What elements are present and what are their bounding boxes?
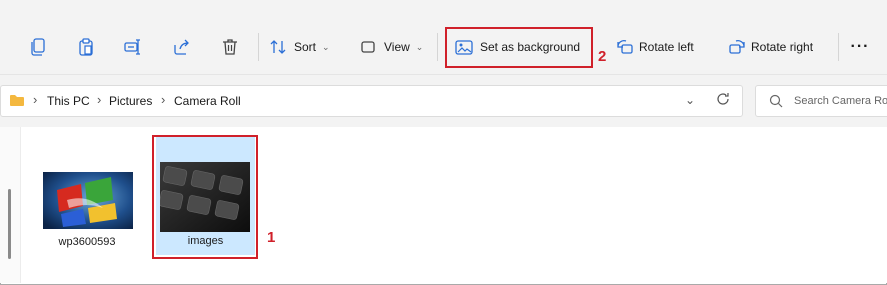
paste-icon: [76, 37, 96, 57]
callout-box-toolbar: [445, 27, 593, 68]
share-icon: [172, 37, 192, 57]
search-icon: [769, 94, 783, 111]
paste-button[interactable]: [74, 32, 98, 62]
rename-button[interactable]: [121, 32, 145, 62]
rotate-right-label: Rotate right: [751, 40, 814, 54]
chevron-down-icon: ⌄: [322, 41, 330, 52]
rotate-right-icon: [727, 37, 747, 57]
history-dropdown-icon[interactable]: ⌄: [685, 93, 695, 107]
chevron-down-icon: ⌄: [415, 41, 424, 52]
share-button[interactable]: [170, 32, 194, 62]
sort-button[interactable]: Sort ⌄: [268, 32, 334, 62]
copy-icon: [28, 37, 48, 57]
view-icon: [358, 37, 378, 57]
view-label: View: [384, 40, 410, 54]
navigation-pane-edge: [0, 127, 21, 283]
scrollbar[interactable]: [8, 189, 11, 259]
delete-button[interactable]: [218, 32, 242, 62]
rotate-left-button[interactable]: Rotate left: [615, 32, 701, 62]
refresh-icon[interactable]: [716, 92, 730, 109]
file-name: wp3600593: [58, 236, 116, 248]
command-bar: Sort ⌄ View ⌄ Set as background 2 Rotate…: [0, 0, 887, 74]
breadcrumb-pictures[interactable]: Pictures: [109, 94, 152, 108]
chevron-right-icon: ›: [33, 92, 38, 107]
callout-number-file: 1: [267, 229, 276, 246]
breadcrumb-camera-roll[interactable]: Camera Roll: [174, 94, 241, 108]
callout-box-file: [152, 135, 258, 259]
sort-label: Sort: [294, 40, 317, 54]
more-options-button[interactable]: ···: [848, 32, 872, 62]
toolbar-divider: [437, 33, 438, 61]
trash-icon: [220, 37, 240, 57]
breadcrumb-this-pc[interactable]: This PC: [47, 94, 90, 108]
rotate-left-label: Rotate left: [639, 40, 694, 54]
callout-number-toolbar: 2: [598, 48, 607, 65]
chevron-right-icon: ›: [97, 92, 102, 107]
toolbar-divider: [258, 33, 259, 61]
search-box[interactable]: Search Camera Ro: [755, 85, 887, 117]
rotate-right-button[interactable]: Rotate right: [727, 32, 823, 62]
search-input: Search Camera Ro: [794, 95, 887, 107]
rotate-left-icon: [615, 37, 635, 57]
sort-icon: [268, 37, 288, 57]
address-row: › This PC › Pictures › Camera Roll ⌄ Sea…: [0, 74, 887, 127]
file-thumbnail: [43, 172, 133, 229]
rename-icon: [123, 37, 143, 57]
folder-icon: [9, 94, 25, 110]
file-view: wp3600593 images 1: [0, 127, 887, 283]
more-options-icon: ···: [850, 38, 870, 55]
toolbar-divider: [838, 33, 839, 61]
copy-button[interactable]: [26, 32, 50, 62]
chevron-right-icon: ›: [161, 92, 166, 107]
address-bar[interactable]: › This PC › Pictures › Camera Roll ⌄: [0, 85, 743, 117]
view-button[interactable]: View ⌄: [358, 32, 426, 62]
file-item-wp3600593[interactable]: wp3600593: [37, 167, 137, 253]
